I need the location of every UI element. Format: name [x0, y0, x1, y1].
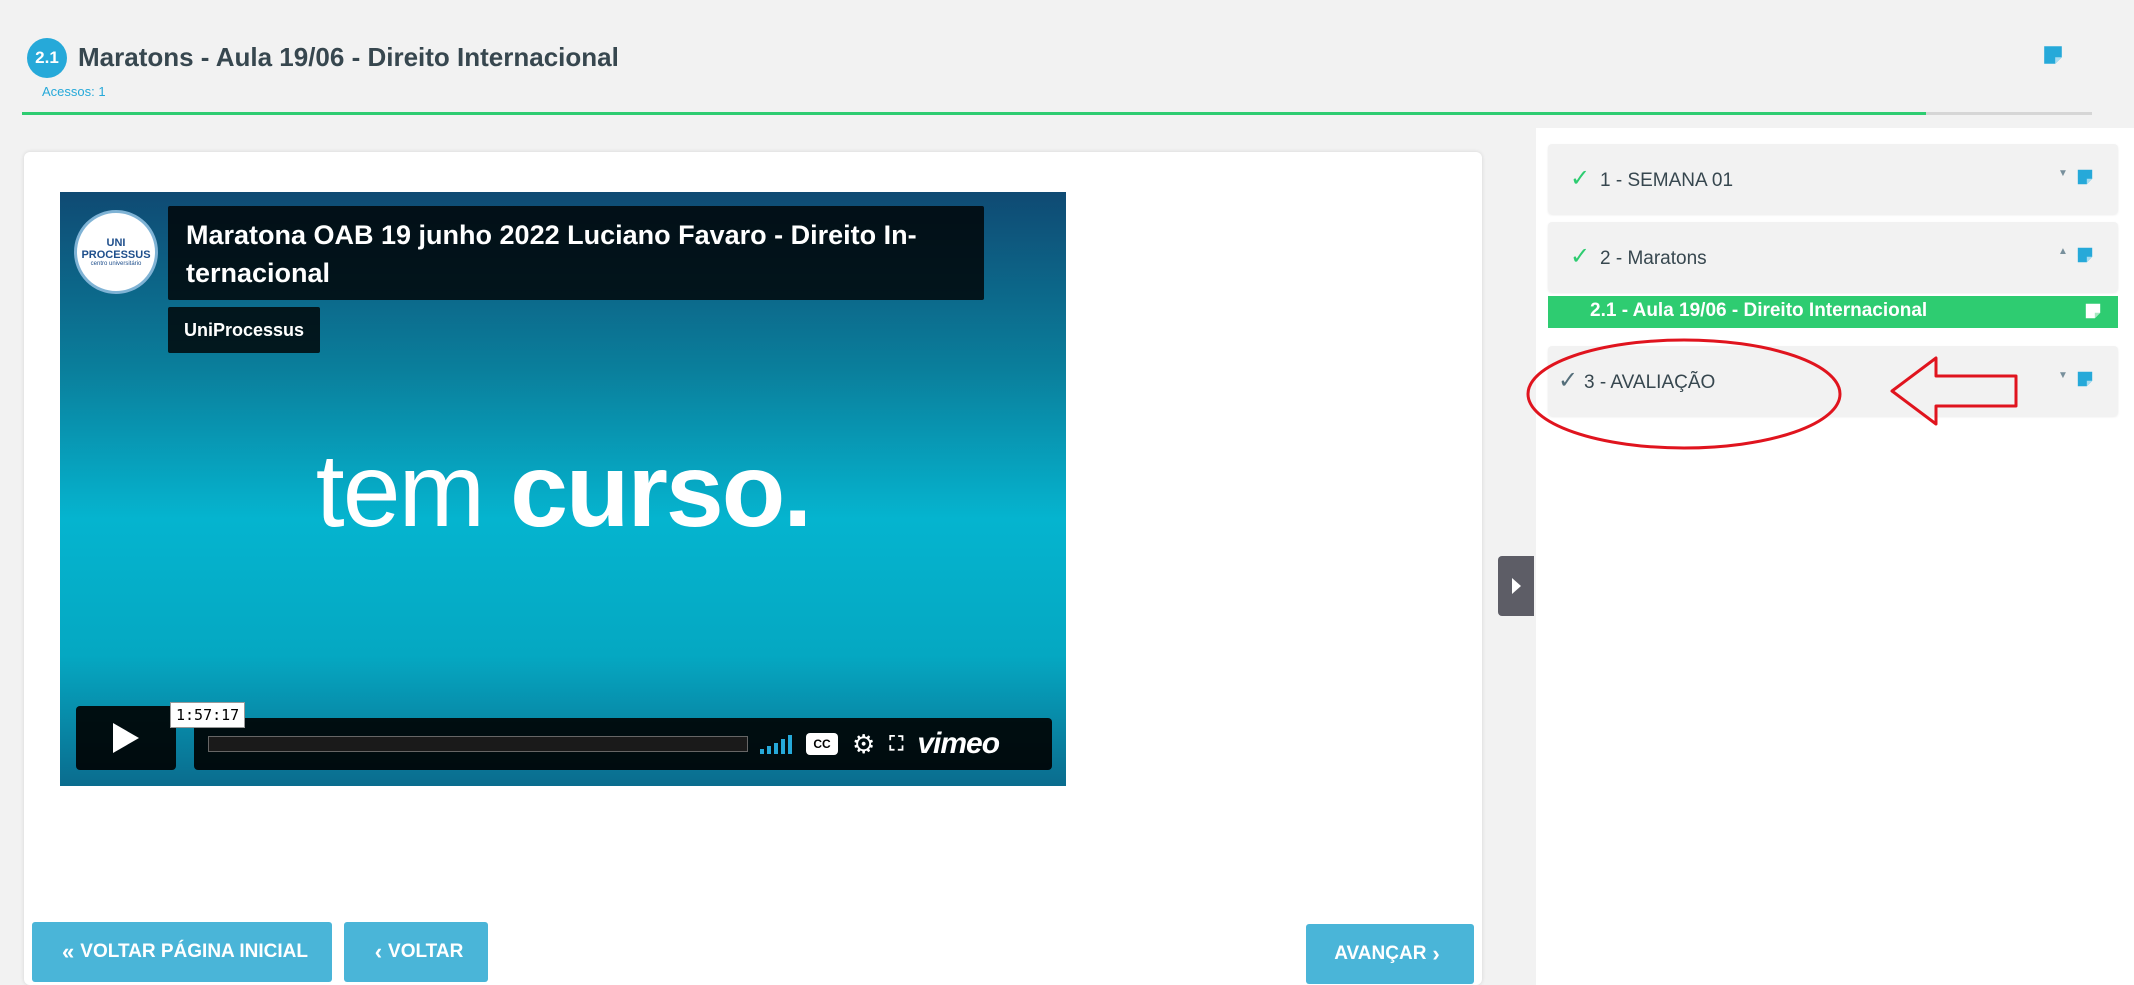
- page-title: Maratons - Aula 19/06 - Direito Internac…: [78, 42, 619, 72]
- logo-text-line3: centro universitário: [90, 261, 142, 267]
- module-label: 2 - Maratons: [1600, 248, 1707, 269]
- next-button[interactable]: AVANÇAR ›: [1306, 924, 1474, 984]
- channel-box[interactable]: UniProcessus: [168, 307, 321, 353]
- sticky-note-icon[interactable]: [2076, 246, 2094, 264]
- lesson-number-badge: 2.1: [27, 38, 67, 78]
- chevron-right-icon: ›: [1432, 941, 1440, 966]
- time-tooltip: 1:57:17: [170, 702, 246, 728]
- back-button[interactable]: ‹ VOLTAR: [344, 922, 488, 982]
- vimeo-logo[interactable]: vimeo: [917, 727, 1000, 761]
- sidebar-lesson-active[interactable]: 2.1 - Aula 19/06 - Direito Internacional: [1548, 296, 2118, 328]
- seek-bar[interactable]: [208, 736, 748, 752]
- sticky-note-icon[interactable]: [2076, 168, 2094, 186]
- video-player[interactable]: UNI PROCESSUS centro universitário Marat…: [60, 192, 1066, 786]
- gear-icon[interactable]: ⚙: [852, 731, 875, 757]
- caret-down-icon[interactable]: ▼: [2058, 168, 2068, 179]
- play-icon: [113, 723, 139, 753]
- logo-text-line2: PROCESSUS: [81, 249, 151, 261]
- video-frame-text: tem curso.: [60, 432, 1066, 551]
- caret-up-icon[interactable]: ▲: [2058, 246, 2068, 257]
- sticky-note-icon[interactable]: [2076, 370, 2094, 388]
- back-to-home-label: VOLTAR PÁGINA INICIAL: [80, 941, 308, 962]
- control-icons: CC ⚙ ⛶ vimeo: [760, 726, 1000, 762]
- check-icon: ✓: [1570, 165, 1591, 192]
- volume-icon[interactable]: [760, 734, 792, 754]
- sticky-note-icon[interactable]: [2084, 302, 2102, 320]
- sidebar-module-2[interactable]: ✓ 2 - Maratons ▲: [1548, 222, 2118, 292]
- channel-name[interactable]: UniProcessus: [184, 320, 304, 341]
- lesson-header: 2.1 Maratons - Aula 19/06 - Direito Inte…: [22, 0, 2092, 120]
- access-count: Acessos: 1: [42, 84, 106, 99]
- sidebar-toggle-button[interactable]: [1498, 556, 1534, 616]
- check-icon: ✓: [1570, 243, 1591, 270]
- lesson-label: 2.1 - Aula 19/06 - Direito Internacional: [1590, 300, 1928, 321]
- back-label: VOLTAR: [388, 941, 464, 962]
- lesson-progress-bar: [22, 112, 2092, 115]
- video-control-bar: CC ⚙ ⛶ vimeo: [194, 718, 1052, 770]
- caret-right-icon: [1511, 578, 1521, 594]
- next-label: AVANÇAR: [1334, 943, 1427, 964]
- back-to-home-button[interactable]: « VOLTAR PÁGINA INICIAL: [32, 922, 332, 982]
- video-frame-word-2: curso.: [510, 433, 812, 549]
- channel-avatar[interactable]: UNI PROCESSUS centro universitário: [74, 210, 158, 294]
- captions-icon[interactable]: CC: [806, 733, 838, 755]
- chevron-left-icon: ‹: [374, 939, 383, 964]
- play-button[interactable]: [76, 706, 176, 770]
- logo-text-line1: UNI: [106, 237, 126, 249]
- caret-down-icon[interactable]: ▼: [2058, 370, 2068, 381]
- video-title[interactable]: Maratona OAB 19 junho 2022 Luciano Favar…: [186, 216, 976, 292]
- annotation-arrow-icon: [1890, 356, 2018, 426]
- video-title-box[interactable]: Maratona OAB 19 junho 2022 Luciano Favar…: [168, 206, 984, 300]
- sticky-note-icon[interactable]: [2042, 44, 2064, 66]
- double-chevron-left-icon: «: [62, 939, 75, 964]
- video-frame-word-1: tem: [315, 433, 485, 549]
- annotation-ellipse: [1526, 338, 1842, 450]
- module-label: 1 - SEMANA 01: [1600, 170, 1734, 191]
- lesson-progress-fill: [22, 112, 1927, 115]
- sidebar-module-1[interactable]: ✓ 1 - SEMANA 01 ▼: [1548, 144, 2118, 214]
- fullscreen-icon[interactable]: ⛶: [889, 734, 903, 754]
